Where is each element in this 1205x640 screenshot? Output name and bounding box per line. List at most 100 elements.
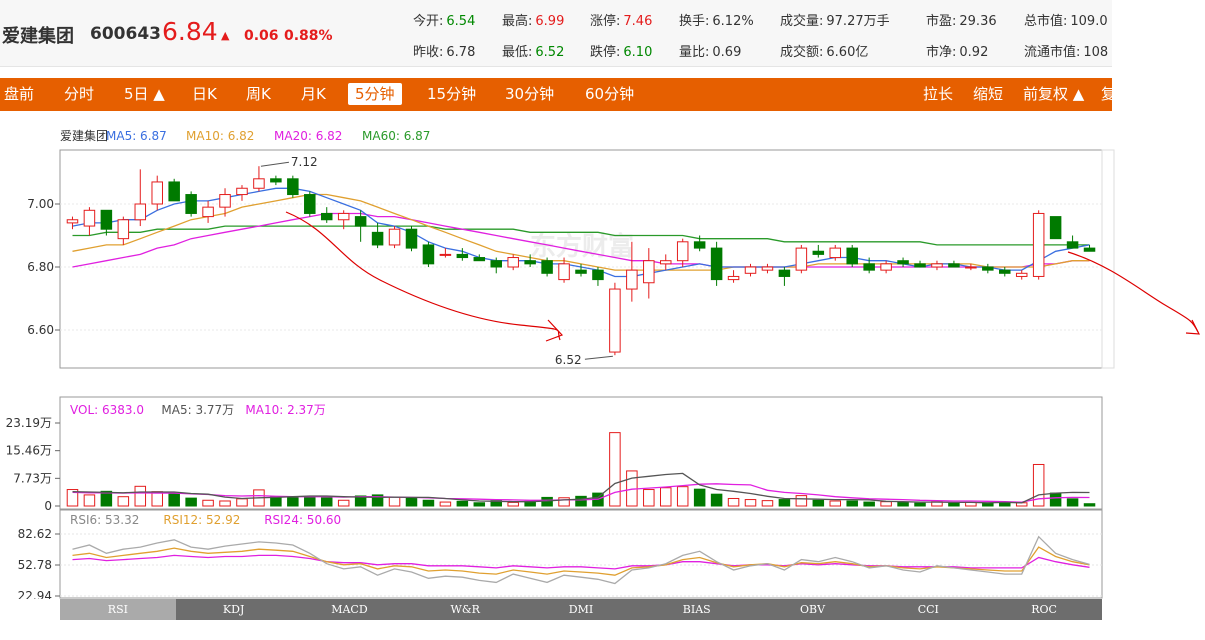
main-legend-item: MA5: 6.87 <box>106 129 167 143</box>
indicator-tab[interactable]: ROC <box>986 599 1102 620</box>
period-tab[interactable]: 5分钟 <box>348 83 402 105</box>
rsi-legend-item: RSI12: 52.92 <box>163 513 240 527</box>
candle-body <box>439 253 452 256</box>
candle-body <box>83 209 96 227</box>
candle-body <box>897 260 909 265</box>
quote-item: 最高: 6.99 <box>502 10 564 29</box>
volume-bar <box>558 497 570 507</box>
volume-bar <box>880 501 892 507</box>
volume-bar <box>236 498 248 507</box>
candle-body <box>168 181 180 202</box>
period-tab[interactable]: 分时 <box>64 78 94 111</box>
volume-bar <box>575 495 587 507</box>
indicator-tab[interactable]: KDJ <box>176 599 292 620</box>
quote-value: 6.52 <box>535 45 565 60</box>
indicator-tab[interactable]: W&R <box>407 599 523 620</box>
volume-bar <box>1049 492 1062 507</box>
stock-code: 600643 <box>90 24 161 44</box>
quote-label: 最低: <box>502 45 533 60</box>
candle-body <box>880 263 892 271</box>
toolbar-action[interactable]: 缩短 <box>973 78 1003 111</box>
candle-body <box>473 257 486 262</box>
main-legend-item: 爱建集团 <box>60 128 108 143</box>
low-annotation-label: 6.52 <box>555 353 582 367</box>
indicator-tab[interactable]: BIAS <box>639 599 755 620</box>
volume-bar <box>863 501 875 507</box>
volume-bar <box>897 501 909 507</box>
volume-bar <box>304 496 316 507</box>
quote-value: 0.69 <box>712 45 742 60</box>
volume-bar <box>405 497 418 507</box>
volume-bar <box>914 502 926 507</box>
main-legend-item: MA60: 6.87 <box>362 129 430 143</box>
period-tab[interactable]: 周K <box>246 78 271 111</box>
candle-body <box>134 203 147 221</box>
toolbar-action[interactable]: 复 <box>1101 78 1112 111</box>
candle-body <box>558 263 570 281</box>
quote-item: 昨收: 6.78 <box>413 41 475 60</box>
indicator-tab[interactable]: DMI <box>523 599 639 620</box>
quote-value: 6.99 <box>535 14 565 29</box>
candle-body <box>66 219 79 224</box>
volume-bar <box>948 502 960 507</box>
quote-label: 流通市值: <box>1024 45 1081 60</box>
period-tab[interactable]: 30分钟 <box>505 78 554 111</box>
candle-body <box>575 269 587 274</box>
volume-bar <box>320 497 333 507</box>
indicator-tab[interactable]: RSI <box>60 599 176 620</box>
candle-body <box>829 247 842 259</box>
price-panel-side <box>1101 149 1115 369</box>
candle-body <box>388 228 401 246</box>
candle-body <box>710 247 723 281</box>
volume-bar <box>846 500 858 507</box>
period-tab[interactable]: 15分钟 <box>427 78 476 111</box>
stock-name: 爱建集团 <box>2 26 74 47</box>
toolbar-action[interactable]: 前复权 ▲ <box>1023 78 1084 111</box>
candle-body <box>592 269 604 281</box>
quote-value: 108 <box>1083 45 1109 60</box>
candle-body <box>270 178 282 183</box>
hand-drawn-trend-arrow <box>1067 251 1199 333</box>
main-legend-item: MA20: 6.82 <box>274 129 342 143</box>
price-axis-label: 7.00 <box>27 197 54 211</box>
candle-body <box>287 178 299 196</box>
candle-body <box>320 212 333 221</box>
quote-item: 市净: 0.92 <box>926 41 988 60</box>
candle-body <box>456 253 469 259</box>
indicator-tab[interactable]: CCI <box>870 599 986 620</box>
candle-body <box>795 247 808 271</box>
period-tab[interactable]: 日K <box>192 78 217 111</box>
candle-body <box>524 260 536 265</box>
up-arrow-icon: ▲ <box>221 29 230 42</box>
toolbar-action[interactable]: 拉长 <box>923 78 953 111</box>
quote-item: 总市值: 109.0 <box>1024 10 1108 29</box>
candle-body <box>965 266 977 269</box>
period-tab[interactable]: 60分钟 <box>585 78 634 111</box>
volume-bar <box>439 501 452 507</box>
rsi-legend-item: RSI6: 53.32 <box>70 513 139 527</box>
quote-item: 流通市值: 108 <box>1024 41 1108 60</box>
high-annotation-label: 7.12 <box>291 155 318 169</box>
quote-value: 6.12% <box>712 14 754 29</box>
candle-body <box>676 241 689 262</box>
volume-bar <box>422 499 435 507</box>
quote-header: 爱建集团 600643 6.84 ▲ 0.06 0.88% 今开: 6.54 最高:… <box>0 0 1112 67</box>
quote-value: 6.60亿 <box>826 45 869 60</box>
candle-body <box>507 257 519 268</box>
volume-bar <box>676 486 689 507</box>
quote-label: 跌停: <box>590 45 621 60</box>
rsi-axis-label: 82.62 <box>18 527 52 541</box>
volume-bar <box>795 495 808 507</box>
volume-bar <box>456 500 469 507</box>
period-tab[interactable]: 月K <box>301 78 326 111</box>
indicator-tab[interactable]: MACD <box>292 599 408 620</box>
volume-bar <box>1066 498 1079 507</box>
quote-label: 涨停: <box>590 14 621 29</box>
period-tab[interactable]: 5日 ▲ <box>124 78 165 111</box>
candle-body <box>761 266 774 271</box>
quote-item: 今开: 6.54 <box>413 10 475 29</box>
candle-body <box>693 241 706 249</box>
period-tab[interactable]: 盘前 <box>4 78 34 111</box>
indicator-tab[interactable]: OBV <box>755 599 871 620</box>
volume-bar <box>117 496 130 507</box>
